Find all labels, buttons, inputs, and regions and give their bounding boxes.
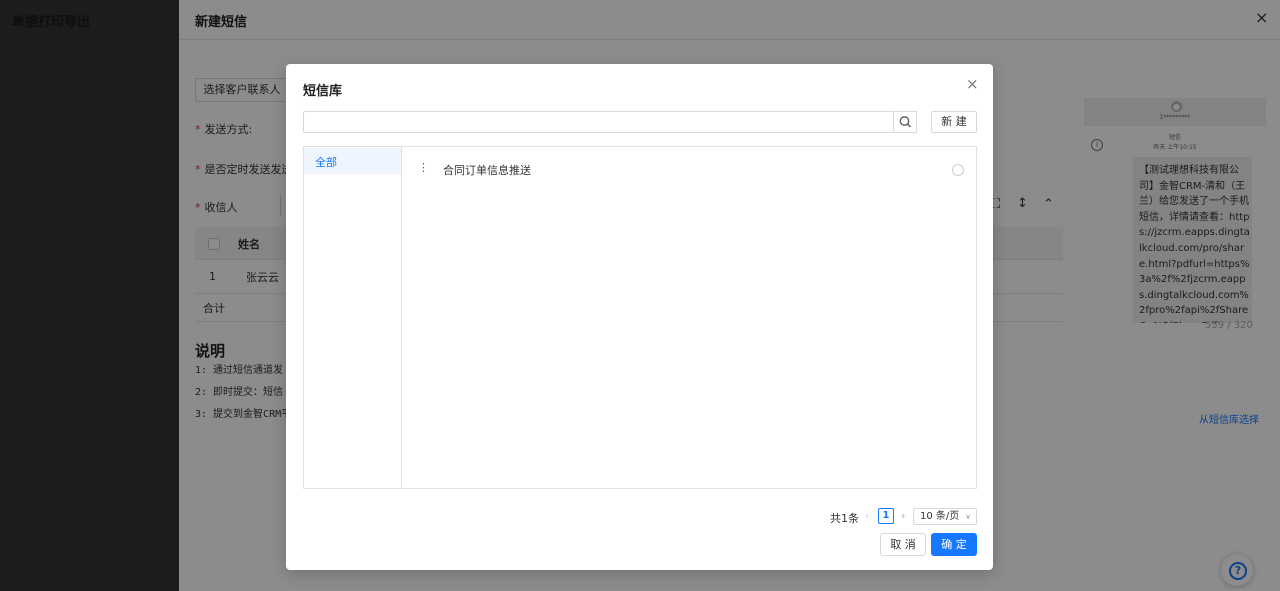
- chevron-down-icon: ∨: [965, 512, 971, 521]
- page-size-value: 10 条/页: [920, 511, 960, 522]
- category-pane: 全部: [304, 147, 402, 488]
- chevron-right-icon[interactable]: ›: [901, 509, 905, 522]
- category-item-label: 全部: [315, 156, 337, 169]
- library-content: 全部 ⋮ 合同订单信息推送: [303, 146, 977, 489]
- template-radio[interactable]: [952, 164, 964, 176]
- pagination-total: 共1条: [830, 512, 859, 525]
- page-size-select[interactable]: 10 条/页 ∨: [913, 508, 977, 525]
- cancel-button[interactable]: 取 消: [880, 533, 926, 556]
- pagination-page-1[interactable]: 1: [878, 508, 894, 524]
- search-icon: [899, 116, 911, 128]
- chevron-left-icon[interactable]: ‹: [865, 509, 869, 522]
- search-input[interactable]: [303, 111, 894, 133]
- new-template-button[interactable]: 新 建: [931, 111, 977, 133]
- modal-title: 短信库: [303, 84, 343, 99]
- ok-button[interactable]: 确 定: [931, 533, 977, 556]
- sms-library-modal: 短信库 × 新 建 全部 ⋮ 合同订单信息推送 共1条 ‹ 1 › 10 条/页…: [286, 64, 993, 570]
- close-icon[interactable]: ×: [966, 75, 979, 93]
- template-title: 合同订单信息推送: [443, 164, 531, 177]
- category-item-all[interactable]: 全部: [304, 148, 401, 174]
- drag-handle-icon[interactable]: ⋮: [418, 161, 429, 174]
- search-button[interactable]: [894, 111, 917, 133]
- template-list-item[interactable]: ⋮ 合同订单信息推送: [402, 155, 976, 183]
